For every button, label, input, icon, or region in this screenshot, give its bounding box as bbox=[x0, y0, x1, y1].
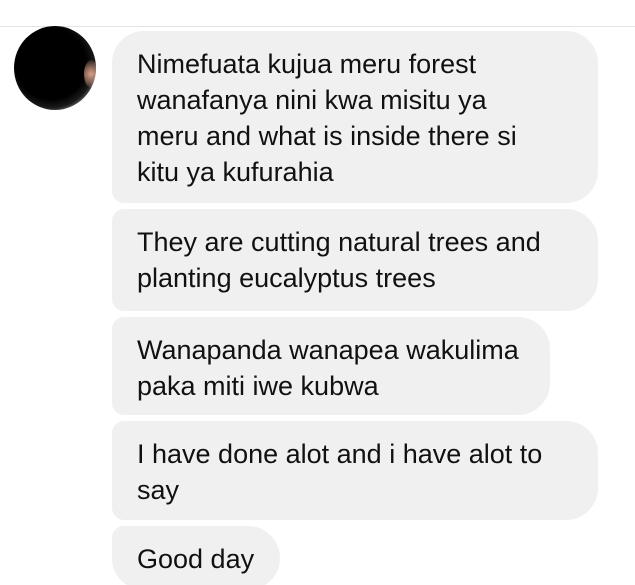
sender-avatar[interactable] bbox=[14, 26, 96, 110]
message-bubble[interactable]: Wanapanda wanapea wakulima paka miti iwe… bbox=[112, 317, 550, 415]
message-bubble[interactable]: Nimefuata kujua meru forest wanafanya ni… bbox=[112, 31, 598, 203]
header-divider bbox=[0, 26, 635, 27]
message-bubble[interactable]: Good day bbox=[112, 526, 281, 585]
message-thread: Nimefuata kujua meru forest wanafanya ni… bbox=[112, 31, 602, 585]
chat-screen: Nimefuata kujua meru forest wanafanya ni… bbox=[0, 0, 635, 585]
message-bubble[interactable]: I have done alot and i have alot to say bbox=[112, 421, 598, 520]
message-bubble[interactable]: They are cutting natural trees and plant… bbox=[112, 209, 598, 311]
